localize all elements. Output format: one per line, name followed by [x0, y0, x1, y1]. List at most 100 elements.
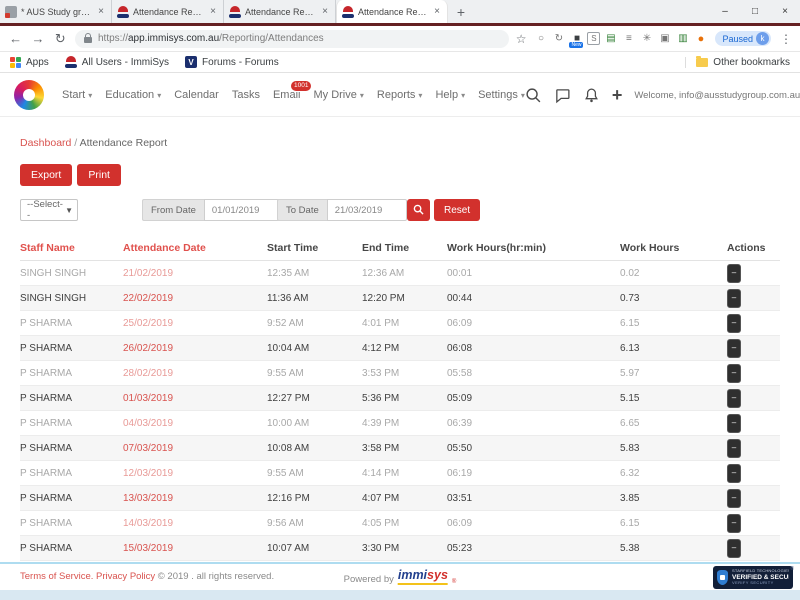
notes-extension-icon[interactable]: ≡	[621, 31, 636, 46]
browser-tab-4-active[interactable]: Attendance Report - ImmiSys ×	[336, 0, 448, 23]
other-bookmarks[interactable]: Other bookmarks	[685, 57, 790, 68]
row-action-button[interactable]: –	[727, 364, 741, 383]
lock-icon	[84, 37, 92, 43]
bell-icon[interactable]	[583, 87, 600, 104]
cell-staff-name: P SHARMA	[20, 486, 123, 511]
cell-work-hrmin: 05:09	[447, 386, 620, 411]
chevron-down-icon: ▼	[65, 206, 73, 215]
cell-attendance-date: 12/03/2019	[123, 461, 267, 486]
cell-start-time: 9:56 AM	[267, 511, 362, 536]
row-action-button[interactable]: –	[727, 489, 741, 508]
reset-button[interactable]: Reset	[434, 199, 480, 221]
forward-button[interactable]: →	[30, 32, 45, 45]
nav-item-help[interactable]: Help▾	[435, 89, 465, 101]
to-date-input[interactable]	[327, 199, 407, 221]
col-attendance-date[interactable]: Attendance Date	[123, 237, 267, 261]
staff-select[interactable]: --Select-- ▼	[20, 199, 78, 221]
table-row: SINGH SINGH 22/02/2019 11:36 AM 12:20 PM…	[20, 286, 780, 311]
close-icon[interactable]: ×	[432, 6, 442, 17]
recycle-extension-icon[interactable]: ↻	[551, 31, 566, 46]
cell-start-time: 10:08 AM	[267, 436, 362, 461]
verified-secured-seal[interactable]: STARFIELD TECHNOLOGIES VERIFIED & SECURE…	[713, 566, 793, 589]
search-icon[interactable]	[525, 87, 542, 104]
row-action-button[interactable]: –	[727, 439, 741, 458]
screenshot-extension-icon[interactable]: ▣	[657, 31, 672, 46]
cell-attendance-date: 15/03/2019	[123, 536, 267, 561]
close-icon[interactable]: ×	[320, 6, 330, 17]
browser-tab-2[interactable]: Attendance Report - ImmiSys ×	[112, 0, 224, 23]
cell-work-hours: 6.13	[620, 336, 727, 361]
skype-extension-icon[interactable]: S	[587, 32, 600, 45]
back-button[interactable]: ←	[8, 32, 23, 45]
row-action-button[interactable]: –	[727, 389, 741, 408]
cell-staff-name: SINGH SINGH	[20, 261, 123, 286]
row-action-button[interactable]: –	[727, 464, 741, 483]
print-button[interactable]: Print	[77, 164, 121, 186]
welcome-user-menu[interactable]: Welcome, info@ausstudygroup.com.au▾	[634, 90, 800, 101]
document-extension-icon[interactable]: ▤	[603, 31, 618, 46]
add-icon[interactable]: +	[612, 86, 623, 104]
breadcrumb-dashboard-link[interactable]: Dashboard	[20, 137, 71, 149]
battery-extension-icon[interactable]: ▥	[675, 31, 690, 46]
report-actions: Export Print	[20, 164, 121, 186]
bookmark-forums[interactable]: V Forums - Forums	[185, 56, 279, 68]
aus-study-group-logo[interactable]	[14, 80, 44, 110]
nav-item-education[interactable]: Education▾	[105, 89, 161, 101]
flame-extension-icon[interactable]: ●	[693, 31, 708, 46]
profile-paused-pill[interactable]: Paused k	[715, 31, 771, 46]
row-action-button[interactable]: –	[727, 339, 741, 358]
nav-item-tasks[interactable]: Tasks	[232, 89, 260, 101]
address-bar[interactable]: https://app.immisys.com.au/Reporting/Att…	[75, 30, 509, 48]
chat-icon[interactable]	[554, 87, 571, 104]
maximize-button[interactable]: □	[740, 0, 770, 23]
row-action-button[interactable]: –	[727, 289, 741, 308]
table-row: P SHARMA 15/03/2019 10:07 AM 3:30 PM 05:…	[20, 536, 780, 561]
row-action-button[interactable]: –	[727, 414, 741, 433]
row-action-button[interactable]: –	[727, 314, 741, 333]
from-date-input[interactable]	[204, 199, 284, 221]
cell-end-time: 5:36 PM	[362, 386, 447, 411]
close-icon[interactable]: ×	[96, 6, 106, 17]
terms-link[interactable]: Terms of Service.	[20, 571, 93, 582]
cell-staff-name: P SHARMA	[20, 436, 123, 461]
nav-item-email[interactable]: Email1001	[273, 89, 301, 101]
window-close-button[interactable]: ×	[770, 0, 800, 23]
cell-attendance-date: 04/03/2019	[123, 411, 267, 436]
cell-end-time: 3:30 PM	[362, 536, 447, 561]
browser-tab-1[interactable]: * AUS Study group reporting tha ×	[0, 0, 112, 23]
cell-end-time: 4:14 PM	[362, 461, 447, 486]
row-action-button[interactable]: –	[727, 514, 741, 533]
row-action-button[interactable]: –	[727, 539, 741, 558]
nav-item-calendar[interactable]: Calendar	[174, 89, 219, 101]
privacy-link[interactable]: Privacy Policy	[96, 571, 155, 582]
cell-work-hrmin: 03:51	[447, 486, 620, 511]
immisys-logo[interactable]: immisys	[398, 569, 448, 585]
attendance-table: Staff Name Attendance Date Start Time En…	[20, 237, 780, 561]
minimize-button[interactable]: –	[710, 0, 740, 23]
nav-item-my-drive[interactable]: My Drive▾	[313, 89, 363, 101]
gear-extension-icon[interactable]: ✳	[639, 31, 654, 46]
browser-tab-3[interactable]: Attendance Report - ImmiSys ×	[224, 0, 336, 23]
reload-button[interactable]: ↻	[53, 32, 68, 45]
minus-icon: –	[732, 469, 736, 477]
nav-item-settings[interactable]: Settings▾	[478, 89, 525, 101]
search-button[interactable]	[407, 199, 430, 221]
cell-work-hours: 0.02	[620, 261, 727, 286]
bookmarks-bar: Apps All Users - ImmiSys V Forums - Foru…	[0, 52, 800, 73]
browser-menu-icon[interactable]: ⋮	[780, 32, 792, 46]
row-action-button[interactable]: –	[727, 264, 741, 283]
from-date-group: From Date	[142, 199, 284, 221]
nav-item-reports[interactable]: Reports▾	[377, 89, 423, 101]
col-staff-name[interactable]: Staff Name	[20, 237, 123, 261]
new-badge-extension-icon[interactable]: ■New	[569, 31, 584, 46]
close-icon[interactable]: ×	[208, 6, 218, 17]
bookmark-star-icon[interactable]: ☆	[516, 32, 527, 46]
circle-extension-icon[interactable]: ○	[533, 31, 548, 46]
bookmark-all-users[interactable]: All Users - ImmiSys	[65, 56, 169, 68]
export-button[interactable]: Export	[20, 164, 72, 186]
cell-staff-name: P SHARMA	[20, 511, 123, 536]
nav-item-start[interactable]: Start▾	[62, 89, 92, 101]
chevron-down-icon: ▾	[88, 91, 92, 100]
bookmark-apps[interactable]: Apps	[10, 57, 49, 68]
new-tab-button[interactable]: +	[448, 0, 474, 23]
